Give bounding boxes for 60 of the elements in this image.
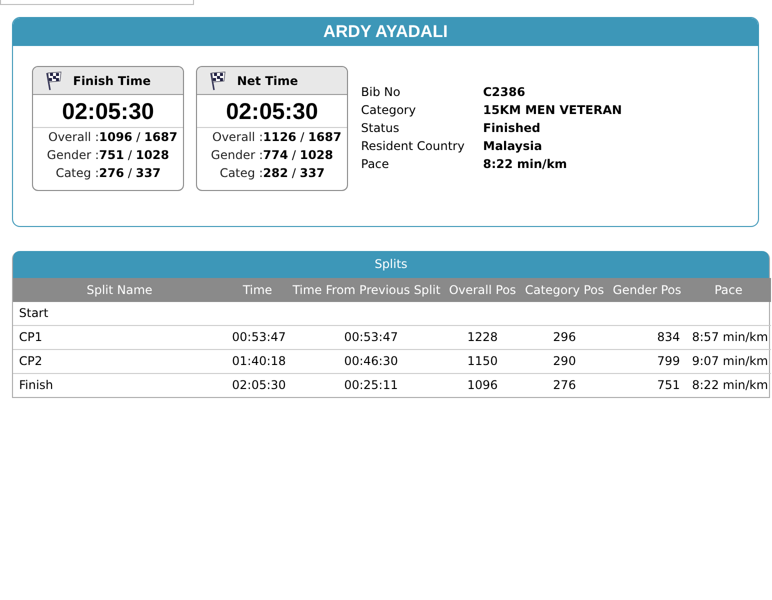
stat-value: 282 / 337 [263,165,326,182]
column-header: Overall Pos [444,278,521,302]
table-cell: CP1 [13,325,226,349]
stat-value: 1096 / 1687 [99,129,178,146]
table-cell: 00:46:30 [289,349,444,373]
detail-value: Malaysia [483,138,544,155]
column-header: Time [226,278,289,302]
stat-value: 276 / 337 [99,165,162,182]
column-header: Time From Previous Split [289,278,444,302]
table-cell: 751 [608,373,686,397]
stat-label: Overall : [47,129,99,146]
table-cell: 8:22 min/km [686,373,771,397]
table-cell-text: Start [18,305,50,322]
checkered-flag-icon [209,70,227,90]
card-title: Net Time [237,74,298,88]
table-cell: 1096 [444,373,521,397]
table-title: Splits [13,251,769,278]
table-cell: 00:53:47 [226,325,289,349]
column-header: Split Name [13,278,226,302]
stat-label: Gender : [46,147,99,164]
table-cell: 9:07 min/km [686,349,771,373]
table-cell: 00:53:47 [289,325,444,349]
table-cell: 02:05:30 [226,373,289,397]
table-cell: 276 [521,373,608,397]
column-header: Pace [686,278,771,302]
detail-value: C2386 [483,84,526,101]
table-cell: 799 [608,349,686,373]
input-field[interactable] [0,0,194,5]
stat-label: Categ : [218,165,263,182]
table-cell: 01:40:18 [226,349,289,373]
stat-value: 751 / 1028 [99,147,170,164]
table-cell: 00:25:11 [289,373,444,397]
time-value: 02:05:30 [33,95,183,128]
runner-name: ARDY AYADALI [13,18,758,46]
detail-value: 8:22 min/km [483,156,568,173]
table-cell: 290 [521,349,608,373]
column-header: Gender Pos [608,278,686,302]
stat-value: 1126 / 1687 [263,129,342,146]
card-title: Finish Time [73,74,151,88]
detail-value: 15KM MEN VETERAN [483,102,622,119]
detail-value: Finished [483,120,542,137]
detail-label: Category [361,102,417,119]
table-cell: 8:57 min/km [686,325,771,349]
table-cell: CP2 [13,349,226,373]
stat-label: Gender : [210,147,263,164]
detail-label: Pace [361,156,390,173]
detail-label: Status [361,120,400,137]
table-cell: 1150 [444,349,521,373]
table-cell: 1228 [444,325,521,349]
table-cell: 834 [608,325,686,349]
column-header: Category Pos [521,278,608,302]
time-value: 02:05:30 [197,95,347,128]
stat-label: Overall : [211,129,263,146]
detail-label: Bib No [361,84,402,101]
stat-label: Categ : [54,165,99,182]
table-cell: 296 [521,325,608,349]
checkered-flag-icon [45,70,63,90]
detail-label: Resident Country [361,138,466,155]
table-cell: Finish [13,373,226,397]
stat-value: 774 / 1028 [263,147,334,164]
